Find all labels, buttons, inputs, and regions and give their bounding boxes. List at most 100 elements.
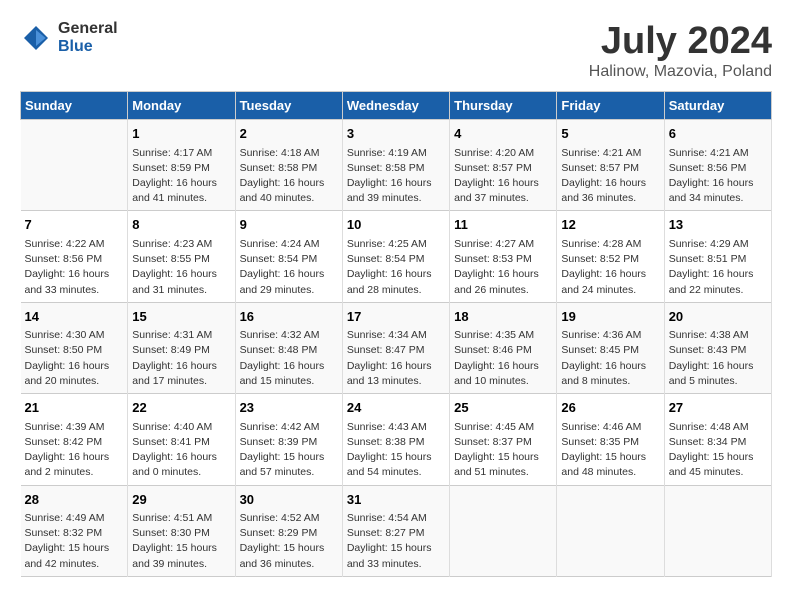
calendar-cell (557, 485, 664, 576)
calendar-cell: 25Sunrise: 4:45 AMSunset: 8:37 PMDayligh… (450, 394, 557, 485)
title-area: July 2024 Halinow, Mazovia, Poland (589, 20, 772, 81)
calendar-cell: 14Sunrise: 4:30 AMSunset: 8:50 PMDayligh… (21, 302, 128, 393)
main-title: July 2024 (589, 20, 772, 63)
calendar-cell: 18Sunrise: 4:35 AMSunset: 8:46 PMDayligh… (450, 302, 557, 393)
logo: General Blue (20, 20, 118, 55)
day-info: Sunrise: 4:28 AMSunset: 8:52 PMDaylight:… (561, 237, 659, 298)
weekday-header-row: SundayMondayTuesdayWednesdayThursdayFrid… (21, 92, 772, 120)
day-info: Sunrise: 4:43 AMSunset: 8:38 PMDaylight:… (347, 420, 445, 481)
calendar-cell: 7Sunrise: 4:22 AMSunset: 8:56 PMDaylight… (21, 211, 128, 302)
day-info: Sunrise: 4:42 AMSunset: 8:39 PMDaylight:… (240, 420, 338, 481)
day-number: 23 (240, 398, 338, 418)
logo-general: General (58, 20, 118, 38)
day-number: 10 (347, 215, 445, 235)
day-number: 21 (25, 398, 124, 418)
day-number: 15 (132, 307, 230, 327)
day-number: 18 (454, 307, 552, 327)
calendar-cell: 4Sunrise: 4:20 AMSunset: 8:57 PMDaylight… (450, 120, 557, 211)
page-header: General Blue July 2024 Halinow, Mazovia,… (20, 20, 772, 81)
weekday-header-saturday: Saturday (664, 92, 771, 120)
calendar-cell: 6Sunrise: 4:21 AMSunset: 8:56 PMDaylight… (664, 120, 771, 211)
calendar-cell: 9Sunrise: 4:24 AMSunset: 8:54 PMDaylight… (235, 211, 342, 302)
calendar-cell: 27Sunrise: 4:48 AMSunset: 8:34 PMDayligh… (664, 394, 771, 485)
day-info: Sunrise: 4:32 AMSunset: 8:48 PMDaylight:… (240, 328, 338, 389)
calendar-cell: 16Sunrise: 4:32 AMSunset: 8:48 PMDayligh… (235, 302, 342, 393)
day-number: 17 (347, 307, 445, 327)
day-info: Sunrise: 4:19 AMSunset: 8:58 PMDaylight:… (347, 146, 445, 207)
day-number: 12 (561, 215, 659, 235)
day-info: Sunrise: 4:35 AMSunset: 8:46 PMDaylight:… (454, 328, 552, 389)
calendar-cell: 23Sunrise: 4:42 AMSunset: 8:39 PMDayligh… (235, 394, 342, 485)
day-info: Sunrise: 4:22 AMSunset: 8:56 PMDaylight:… (25, 237, 124, 298)
day-number: 2 (240, 124, 338, 144)
day-info: Sunrise: 4:25 AMSunset: 8:54 PMDaylight:… (347, 237, 445, 298)
calendar-cell: 10Sunrise: 4:25 AMSunset: 8:54 PMDayligh… (342, 211, 449, 302)
day-info: Sunrise: 4:46 AMSunset: 8:35 PMDaylight:… (561, 420, 659, 481)
calendar-cell: 29Sunrise: 4:51 AMSunset: 8:30 PMDayligh… (128, 485, 235, 576)
calendar-cell: 11Sunrise: 4:27 AMSunset: 8:53 PMDayligh… (450, 211, 557, 302)
day-number: 13 (669, 215, 767, 235)
day-info: Sunrise: 4:27 AMSunset: 8:53 PMDaylight:… (454, 237, 552, 298)
day-number: 24 (347, 398, 445, 418)
calendar-week-row: 14Sunrise: 4:30 AMSunset: 8:50 PMDayligh… (21, 302, 772, 393)
day-info: Sunrise: 4:23 AMSunset: 8:55 PMDaylight:… (132, 237, 230, 298)
calendar-cell: 21Sunrise: 4:39 AMSunset: 8:42 PMDayligh… (21, 394, 128, 485)
day-number: 16 (240, 307, 338, 327)
day-info: Sunrise: 4:52 AMSunset: 8:29 PMDaylight:… (240, 511, 338, 572)
day-number: 26 (561, 398, 659, 418)
day-info: Sunrise: 4:51 AMSunset: 8:30 PMDaylight:… (132, 511, 230, 572)
day-number: 8 (132, 215, 230, 235)
weekday-header-friday: Friday (557, 92, 664, 120)
weekday-header-sunday: Sunday (21, 92, 128, 120)
day-number: 29 (132, 490, 230, 510)
day-number: 27 (669, 398, 767, 418)
calendar-cell: 1Sunrise: 4:17 AMSunset: 8:59 PMDaylight… (128, 120, 235, 211)
day-number: 31 (347, 490, 445, 510)
day-number: 25 (454, 398, 552, 418)
day-number: 14 (25, 307, 124, 327)
calendar-week-row: 21Sunrise: 4:39 AMSunset: 8:42 PMDayligh… (21, 394, 772, 485)
day-info: Sunrise: 4:29 AMSunset: 8:51 PMDaylight:… (669, 237, 767, 298)
logo-icon (20, 22, 52, 54)
day-info: Sunrise: 4:17 AMSunset: 8:59 PMDaylight:… (132, 146, 230, 207)
day-number: 28 (25, 490, 124, 510)
day-info: Sunrise: 4:45 AMSunset: 8:37 PMDaylight:… (454, 420, 552, 481)
day-info: Sunrise: 4:36 AMSunset: 8:45 PMDaylight:… (561, 328, 659, 389)
calendar-cell: 30Sunrise: 4:52 AMSunset: 8:29 PMDayligh… (235, 485, 342, 576)
calendar-cell: 24Sunrise: 4:43 AMSunset: 8:38 PMDayligh… (342, 394, 449, 485)
calendar-cell: 20Sunrise: 4:38 AMSunset: 8:43 PMDayligh… (664, 302, 771, 393)
calendar-cell (450, 485, 557, 576)
day-info: Sunrise: 4:30 AMSunset: 8:50 PMDaylight:… (25, 328, 124, 389)
calendar-cell: 22Sunrise: 4:40 AMSunset: 8:41 PMDayligh… (128, 394, 235, 485)
weekday-header-monday: Monday (128, 92, 235, 120)
logo-blue: Blue (58, 38, 118, 56)
calendar-table: SundayMondayTuesdayWednesdayThursdayFrid… (20, 91, 772, 577)
day-info: Sunrise: 4:40 AMSunset: 8:41 PMDaylight:… (132, 420, 230, 481)
calendar-cell: 5Sunrise: 4:21 AMSunset: 8:57 PMDaylight… (557, 120, 664, 211)
calendar-cell: 19Sunrise: 4:36 AMSunset: 8:45 PMDayligh… (557, 302, 664, 393)
day-number: 19 (561, 307, 659, 327)
calendar-cell: 15Sunrise: 4:31 AMSunset: 8:49 PMDayligh… (128, 302, 235, 393)
calendar-cell (664, 485, 771, 576)
day-number: 1 (132, 124, 230, 144)
weekday-header-thursday: Thursday (450, 92, 557, 120)
calendar-cell: 13Sunrise: 4:29 AMSunset: 8:51 PMDayligh… (664, 211, 771, 302)
calendar-week-row: 1Sunrise: 4:17 AMSunset: 8:59 PMDaylight… (21, 120, 772, 211)
calendar-cell: 8Sunrise: 4:23 AMSunset: 8:55 PMDaylight… (128, 211, 235, 302)
calendar-cell: 17Sunrise: 4:34 AMSunset: 8:47 PMDayligh… (342, 302, 449, 393)
subtitle: Halinow, Mazovia, Poland (589, 63, 772, 81)
calendar-week-row: 28Sunrise: 4:49 AMSunset: 8:32 PMDayligh… (21, 485, 772, 576)
day-info: Sunrise: 4:21 AMSunset: 8:57 PMDaylight:… (561, 146, 659, 207)
day-number: 20 (669, 307, 767, 327)
day-info: Sunrise: 4:49 AMSunset: 8:32 PMDaylight:… (25, 511, 124, 572)
calendar-cell (21, 120, 128, 211)
day-info: Sunrise: 4:34 AMSunset: 8:47 PMDaylight:… (347, 328, 445, 389)
day-info: Sunrise: 4:48 AMSunset: 8:34 PMDaylight:… (669, 420, 767, 481)
day-info: Sunrise: 4:18 AMSunset: 8:58 PMDaylight:… (240, 146, 338, 207)
day-info: Sunrise: 4:39 AMSunset: 8:42 PMDaylight:… (25, 420, 124, 481)
calendar-cell: 2Sunrise: 4:18 AMSunset: 8:58 PMDaylight… (235, 120, 342, 211)
calendar-cell: 26Sunrise: 4:46 AMSunset: 8:35 PMDayligh… (557, 394, 664, 485)
calendar-cell: 28Sunrise: 4:49 AMSunset: 8:32 PMDayligh… (21, 485, 128, 576)
day-info: Sunrise: 4:31 AMSunset: 8:49 PMDaylight:… (132, 328, 230, 389)
day-number: 3 (347, 124, 445, 144)
